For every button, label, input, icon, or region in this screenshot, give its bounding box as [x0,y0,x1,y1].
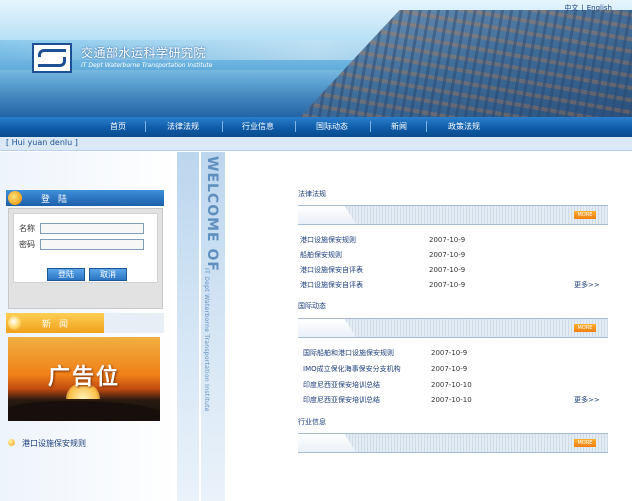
login-header: 登陆 [6,190,164,206]
section-bar-laws: MORE [298,205,608,225]
list-item[interactable]: 港口设施保安规则 [8,438,86,450]
cancel-button[interactable]: 取消 [89,268,127,281]
nav-industry[interactable]: 行业信息 [242,121,274,132]
nav-separator [426,121,427,132]
nav-separator [222,121,223,132]
ad-banner-image[interactable]: 广告位 [8,337,160,421]
article-link[interactable]: 港口设施保安自评表 [300,280,363,292]
username-input[interactable] [40,223,144,234]
diamond-icon [8,191,22,205]
article-link[interactable]: 印度尼西亚保安培训总结 [303,395,380,407]
article-date: 2007-10-9 [429,266,466,274]
section-bar-international: MORE [298,318,608,338]
section-title-international: 国际动态 [298,302,326,310]
sunset-rocks [8,401,160,421]
password-input[interactable] [40,239,144,250]
welcome-heading: WELCOME OF [204,156,220,272]
article-link[interactable]: 船舶保安规则 [300,250,342,262]
nav-laws[interactable]: 法律法规 [167,121,199,132]
nav-separator [145,121,146,132]
login-button[interactable]: 登陆 [47,268,85,281]
main-nav: 首页 法律法规 行业信息 国际动态 新闻 政策法规 [0,117,632,137]
password-label: 密码 [19,240,35,249]
section-title-industry: 行业信息 [298,418,326,426]
login-title: 登陆 [41,195,76,205]
article-date: 2007-10-9 [431,365,468,373]
news-header-tail [104,313,164,333]
article-date: 2007-10-9 [429,281,466,289]
header-banner: 交通部水运科学研究院 IT Dept Waterborne Transporta… [0,0,632,117]
article-link[interactable]: IMO成立保化海事保安分支机构 [303,364,401,376]
language-switcher: 中文 | English [564,3,612,13]
nav-international[interactable]: 国际动态 [316,121,348,132]
institute-logo [32,43,72,73]
lang-english-link[interactable]: English [587,4,612,12]
article-date: 2007-10-9 [429,236,466,244]
article-link[interactable]: 国际船舶和港口设施保安规则 [303,348,394,360]
left-news-list: 港口设施保安规则 [8,438,86,450]
article-link[interactable]: 港口设施保安自评表 [300,265,363,277]
welcome-subtitle: IT Dept Waterborne Transportation Instit… [203,268,210,412]
section-title-laws: 法律法规 [298,190,326,198]
welcome-divider [199,152,201,501]
ad-placeholder-text: 广告位 [47,365,120,390]
article-link[interactable]: 港口设施保安规则 [300,235,356,247]
login-panel: 名称 密码 登陆 取消 [8,208,163,309]
more-badge-laws[interactable]: MORE [574,211,596,219]
article-date: 2007-10-10 [431,396,472,404]
more-badge-international[interactable]: MORE [574,324,596,332]
more-badge-industry[interactable]: MORE [574,439,596,447]
nav-home[interactable]: 首页 [110,121,126,132]
article-date: 2007-10-10 [431,381,472,389]
lang-chinese-link[interactable]: 中文 [564,4,578,12]
nav-separator [295,121,296,132]
nav-separator [370,121,371,132]
list-item-label: 港口设施保安规则 [22,439,86,448]
article-link[interactable]: 印度尼西亚保安培训总结 [303,380,380,392]
article-date: 2007-10-9 [431,349,468,357]
nav-policy[interactable]: 政策法规 [448,121,480,132]
diamond-icon [8,316,22,330]
lang-separator: | [581,4,584,12]
site-title: 交通部水运科学研究院 [81,46,207,60]
username-label: 名称 [19,224,35,233]
more-link-laws[interactable]: 更多>> [574,280,600,290]
member-login-strip: [ Hui yuan denlu ] [0,137,632,151]
news-title: 新闻 [42,320,77,330]
bullet-icon [8,439,15,446]
logo-s-top [38,49,66,57]
member-login-strip-text: [ Hui yuan denlu ] [6,138,78,147]
section-bar-tab [298,206,356,224]
section-bar-industry: MORE [298,433,608,453]
site-subtitle: IT Dept Waterborne Transportation Instit… [81,62,213,69]
nav-news[interactable]: 新闻 [391,121,407,132]
login-form: 名称 密码 登陆 取消 [13,213,158,283]
section-bar-tab [298,319,356,337]
section-bar-tab [298,434,356,452]
logo-s-bottom [38,57,66,67]
news-header: 新闻 [6,313,164,333]
more-link-international[interactable]: 更多>> [574,395,600,405]
article-date: 2007-10-9 [429,251,466,259]
